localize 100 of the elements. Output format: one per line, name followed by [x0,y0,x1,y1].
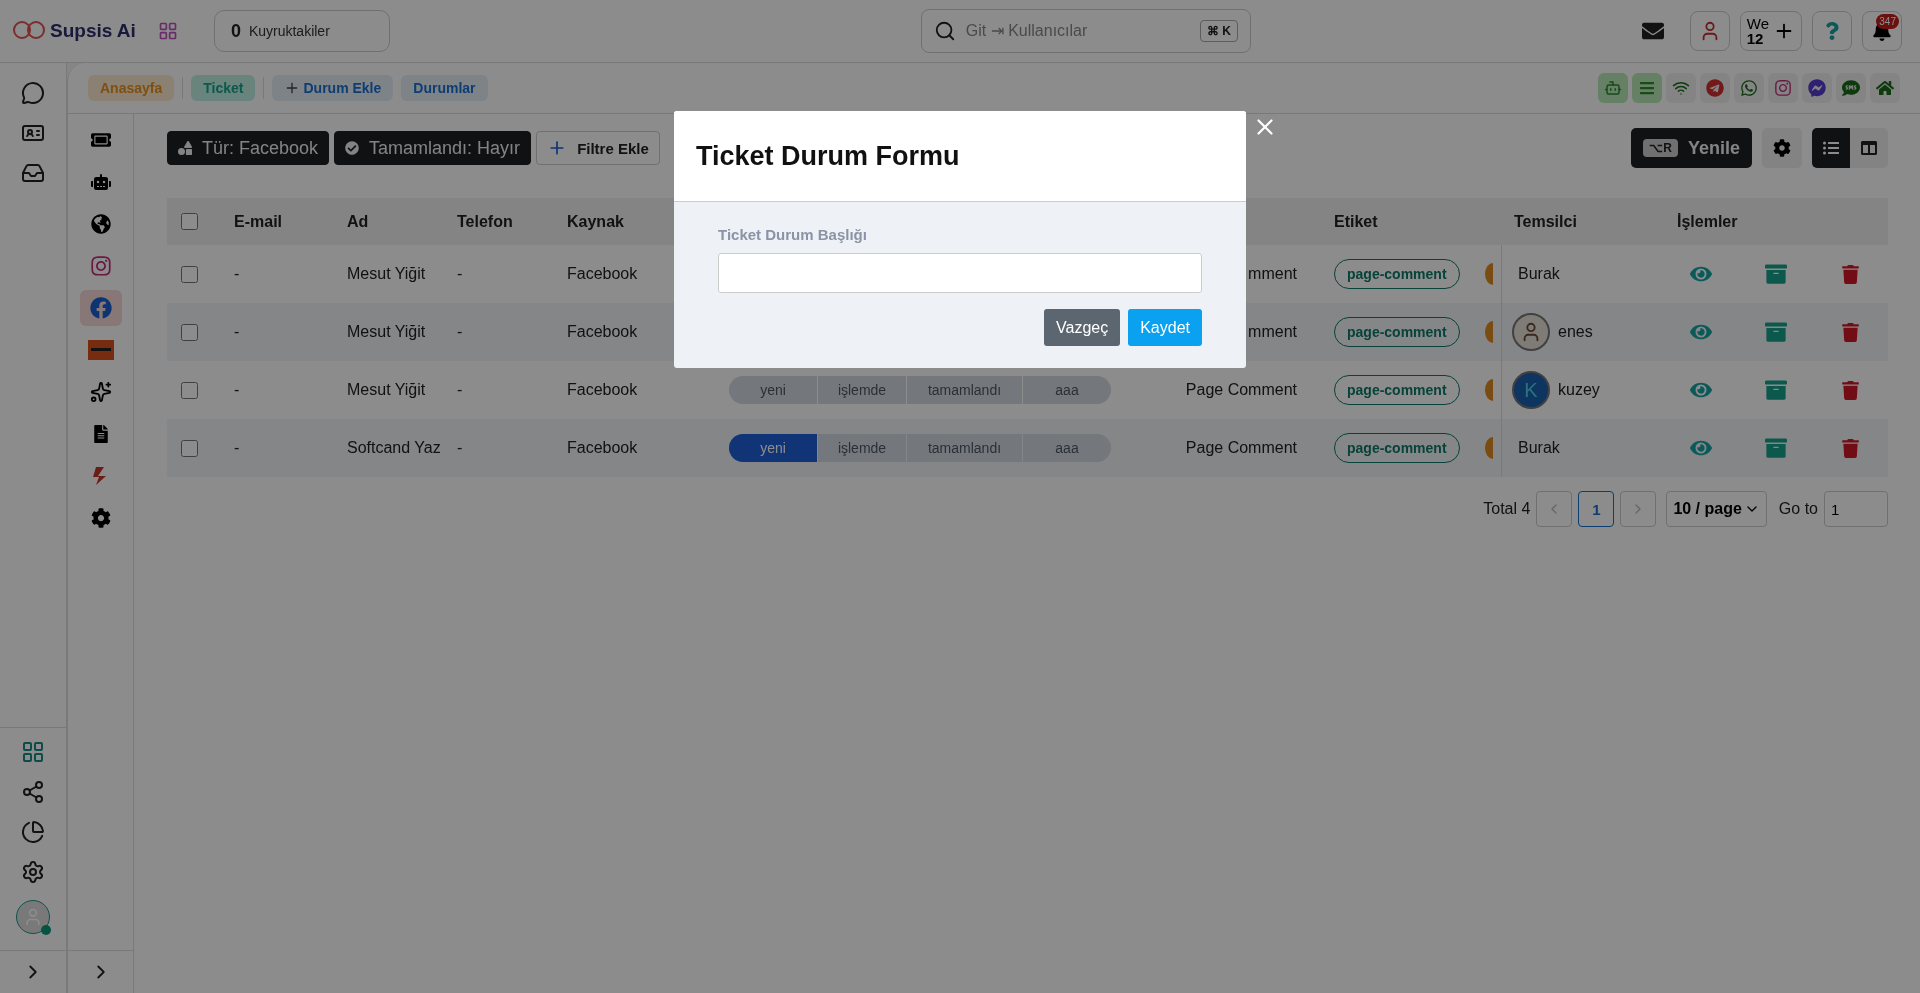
status-segment[interactable]: aaa [1023,376,1111,404]
nav-item[interactable] [79,290,122,326]
breadcrumb-link[interactable]: Anasayfa [88,75,175,101]
sparkles-icon [89,381,112,403]
user-avatar[interactable] [16,900,50,934]
table-cell-text: Page Comment [1184,439,1297,457]
columns-view-button[interactable] [1850,128,1888,168]
column-header: İşlemler [1676,212,1739,231]
status-segment[interactable]: işlemde [818,434,906,462]
help-button[interactable] [1812,11,1852,51]
list-view-button[interactable] [1812,128,1850,168]
agent-name: kuzey [1558,381,1600,399]
row-checkbox[interactable] [181,381,198,399]
status-segment[interactable]: aaa [1023,434,1111,462]
pie-chart-icon[interactable] [21,820,45,844]
status-segment[interactable]: tamamlandı [907,434,1022,462]
inbox-icon[interactable] [21,161,45,185]
page-button[interactable]: 1 [1578,491,1615,527]
apps-grid-icon[interactable] [157,21,178,41]
chat-icon[interactable] [21,81,45,105]
ticket-icon [90,130,111,150]
table-cell-text: Mesut Yiğit [346,323,427,341]
column-header: E-mail [233,212,283,231]
search-field[interactable]: Git ⇥ Kullanıcılar ⌘ K [920,9,1251,53]
settings-icon[interactable] [21,860,45,884]
total-count: Total 4 [1483,500,1531,518]
breadcrumb-link[interactable]: Ticket [191,75,256,101]
notification-badge: 347 [1876,14,1899,29]
document-icon [91,425,110,443]
status-segment[interactable]: işlemde [818,376,906,404]
status-segment[interactable]: yeni [729,376,817,404]
row-checkbox[interactable] [181,323,198,341]
archive-icon [1765,379,1787,401]
agent-avatar [1512,313,1550,351]
mail-icon[interactable] [1641,20,1664,42]
table-cell-text: - [456,381,464,399]
table-cell-text: Facebook [566,439,639,457]
search-input[interactable]: Git ⇥ Kullanıcılar [963,21,1192,41]
robot-icon [1604,79,1622,97]
column-header: Telefon [456,212,514,231]
settings-button[interactable] [1762,128,1802,168]
row-checkbox[interactable] [181,439,198,457]
home-icon [1876,79,1894,97]
channel-button[interactable] [1768,73,1798,103]
channel-button[interactable] [1598,73,1628,103]
channel-button[interactable] [1666,73,1696,103]
select-all-checkbox[interactable] [181,213,198,230]
table-cell-text: Facebook [566,265,639,283]
goto-field[interactable]: 1 [1824,491,1888,527]
breadcrumb-link[interactable]: Durum Ekle [272,75,394,101]
table-cell-text: - [233,265,241,283]
table-cell-text: - [233,323,241,341]
table-cell-text: Page Comment [1184,381,1297,399]
archive-icon [1765,263,1787,285]
filter-chip[interactable]: Tamamlandı: Hayır [334,131,532,165]
share-icon[interactable] [21,780,45,804]
table-cell-text: - [233,439,241,457]
indicator-icon [1485,263,1493,285]
cancel-button[interactable]: Vazgeç [1044,309,1121,346]
settings-icon [1773,139,1791,157]
column-header: Etiket [1333,212,1379,231]
input-field[interactable] [718,253,1202,293]
notifications-button[interactable]: 347 [1862,11,1902,51]
workspace-button[interactable]: We 12 [1739,11,1802,51]
agent-avatar: K [1512,371,1550,409]
dashboard-icon[interactable] [21,740,45,764]
telegram-icon [1706,79,1724,97]
channel-button[interactable] [1700,73,1730,103]
trash-icon [1841,264,1861,284]
agent-name: Burak [1517,439,1560,457]
workspace-label: We [1746,16,1769,31]
shapes-icon [178,141,192,155]
help-icon [1823,22,1841,40]
channel-button[interactable] [1870,73,1900,103]
save-button[interactable]: Kaydet [1128,309,1202,346]
channel-button[interactable] [1802,73,1832,103]
table-cell-text: - [456,323,464,341]
goto-label: Go to [1778,500,1818,518]
whatsapp-icon [1740,79,1758,97]
breadcrumb-link[interactable]: Durumlar [401,75,488,101]
messenger-icon [1808,79,1826,97]
shortcut-key: ⌥R [1643,139,1678,157]
status-segment[interactable]: yeni [729,434,817,462]
agent-name: Burak [1517,265,1560,283]
filter-chip[interactable]: Tür: Facebook [167,131,330,165]
status-segment[interactable]: tamamlandı [907,376,1022,404]
refresh-button[interactable]: ⌥R Yenile [1631,128,1752,168]
instagram-icon [1774,79,1792,97]
add-filter-button[interactable]: Filtre Ekle [536,131,660,165]
table-cell-text: Facebook [566,381,639,399]
channel-button[interactable] [1836,73,1866,103]
trash-icon [1841,380,1861,400]
modal-title: Ticket Durum Formu [696,140,960,172]
team-button[interactable] [1689,11,1730,51]
channel-button[interactable] [1632,73,1662,103]
row-checkbox[interactable] [181,265,198,283]
queue-counter[interactable]: 0 Kuyruktakiler [213,10,390,52]
agent-name: enes [1558,323,1593,341]
page-size-select[interactable]: 10 / page [1666,491,1767,527]
channel-button[interactable] [1734,73,1764,103]
